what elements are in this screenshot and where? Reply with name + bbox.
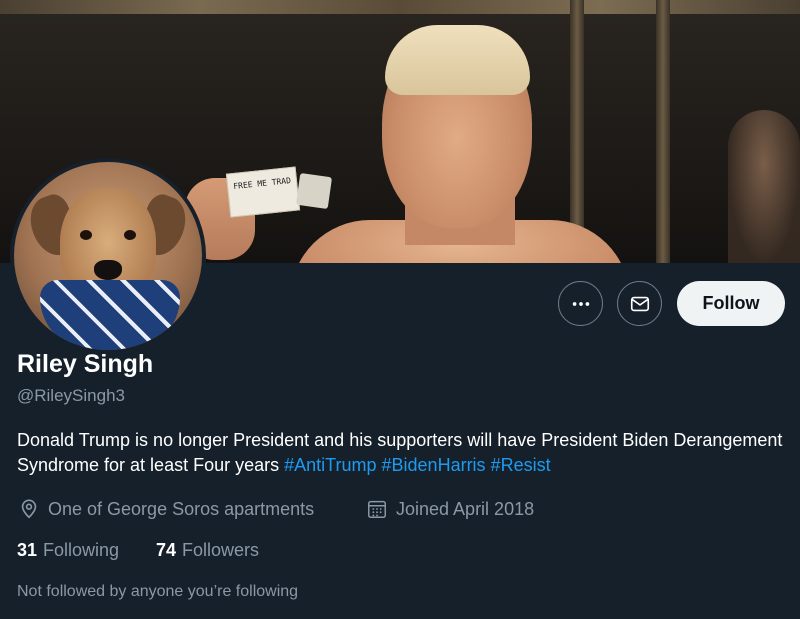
avatar-decor [94, 260, 122, 280]
banner-decor [656, 0, 670, 263]
banner-decor [295, 172, 333, 210]
calendar-icon [368, 500, 386, 518]
hashtag-link[interactable]: #AntiTrump [284, 455, 376, 475]
not-followed-note: Not followed by anyone you’re following [17, 583, 299, 600]
avatar[interactable] [10, 158, 206, 354]
banner-figure [728, 110, 800, 263]
avatar-decor [80, 230, 92, 240]
profile-joined: Joined April 2018 [366, 498, 534, 520]
hashtag-link[interactable]: #BidenHarris [382, 455, 486, 475]
following-count: 31 [17, 540, 38, 560]
followers-count: 74 [156, 540, 177, 560]
banner-figure [385, 25, 530, 95]
avatar-decor [124, 230, 136, 240]
more-button[interactable] [558, 281, 603, 326]
followers-label: Followers [182, 540, 260, 560]
joined-text: Joined April 2018 [396, 498, 535, 519]
location-text: One of George Soros apartments [48, 498, 315, 519]
follow-button[interactable]: Follow [677, 281, 785, 326]
profile-handle: @RileySingh3 [17, 386, 125, 405]
banner-sign: FREE ME TRAD [225, 166, 301, 218]
banner-decor [0, 0, 800, 14]
location-pin-icon [21, 499, 37, 519]
hashtag-link[interactable]: #Resist [491, 455, 551, 475]
following-label: Following [43, 540, 120, 560]
more-horizontal-icon [572, 301, 589, 306]
following-link[interactable]: 31 Following [17, 540, 119, 561]
avatar-decor [40, 280, 180, 350]
profile-name: Riley Singh [17, 350, 154, 378]
message-button[interactable] [617, 281, 662, 326]
followers-link[interactable]: 74 Followers [156, 540, 259, 561]
envelope-icon [630, 296, 649, 311]
profile-location: One of George Soros apartments [18, 498, 314, 520]
profile-bio: Donald Trump is no longer President and … [17, 428, 787, 478]
